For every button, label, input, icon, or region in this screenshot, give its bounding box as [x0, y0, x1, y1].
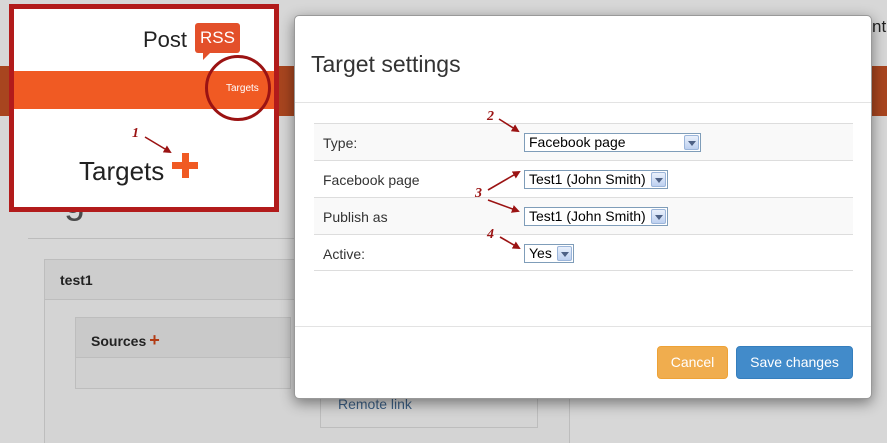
targets-heading: Targets	[79, 156, 165, 186]
type-select[interactable]: Facebook page	[524, 133, 701, 152]
save-changes-button[interactable]: Save changes	[736, 346, 853, 379]
type-select-value: Facebook page	[529, 134, 626, 150]
target-settings-form: Type: Facebook page Facebook page Test1 …	[314, 123, 853, 271]
modal-footer-divider	[295, 326, 871, 327]
facebook-page-label: Facebook page	[323, 172, 420, 188]
background-divider	[28, 238, 308, 239]
chevron-down-icon[interactable]	[651, 172, 666, 187]
target-settings-modal: Target settings Type: Facebook page Face…	[294, 15, 872, 399]
publish-as-label: Publish as	[323, 209, 388, 225]
rss-logo-badge: RSS	[195, 23, 240, 60]
modal-title: Target settings	[311, 51, 461, 77]
form-row-facebook-page: Facebook page Test1 (John Smith)	[314, 160, 853, 197]
highlight-circle	[205, 55, 271, 121]
annotation-number-2: 2	[487, 109, 494, 124]
facebook-page-select[interactable]: Test1 (John Smith)	[524, 170, 668, 189]
zoom-callout: Post RSS Targets Targets	[9, 4, 279, 212]
annotation-number-3: 3	[475, 186, 482, 201]
chevron-down-icon[interactable]	[557, 246, 572, 261]
form-row-active: Active: Yes	[314, 234, 853, 271]
chevron-down-icon[interactable]	[684, 135, 699, 150]
type-label: Type:	[323, 135, 358, 151]
facebook-page-select-value: Test1 (John Smith)	[529, 171, 646, 187]
annotation-number-1: 1	[132, 126, 139, 141]
background-sources-label: Sources	[91, 333, 147, 349]
form-row-type: Type: Facebook page	[314, 123, 853, 160]
active-select-value: Yes	[529, 245, 552, 261]
background-sources-panel: Sources +	[75, 317, 291, 389]
cancel-button[interactable]: Cancel	[657, 346, 728, 379]
form-row-publish-as: Publish as Test1 (John Smith)	[314, 197, 853, 234]
background-header-text: nt	[872, 17, 887, 36]
active-label: Active:	[323, 246, 366, 262]
annotation-number-4: 4	[487, 227, 494, 242]
logo-text: Post	[143, 27, 188, 52]
add-source-icon: +	[149, 330, 160, 350]
add-target-plus-icon[interactable]	[172, 153, 200, 181]
publish-as-select-value: Test1 (John Smith)	[529, 208, 646, 224]
modal-header-divider	[295, 102, 871, 103]
active-select[interactable]: Yes	[524, 244, 574, 263]
chevron-down-icon[interactable]	[651, 209, 666, 224]
background-sources-header: Sources +	[76, 318, 290, 358]
publish-as-select[interactable]: Test1 (John Smith)	[524, 207, 668, 226]
